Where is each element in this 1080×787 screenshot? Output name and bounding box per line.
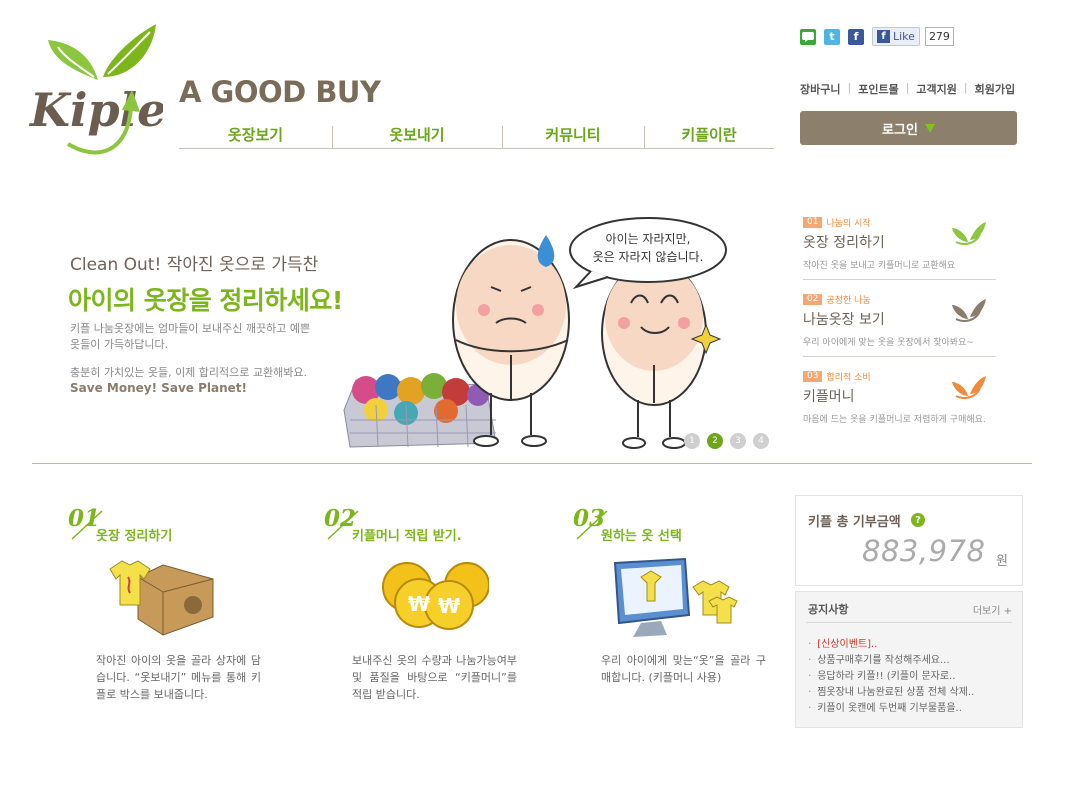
leaf-icon [952, 222, 986, 245]
side-step-tag: 나눔의 시작 [826, 219, 871, 229]
clothes-basket-image [343, 373, 497, 448]
notice-divider [806, 622, 1012, 623]
box-tshirt-image [108, 557, 218, 641]
svg-text:₩: ₩ [438, 594, 460, 618]
logo-text: Kiple [28, 83, 163, 137]
facebook-small-icon: f [877, 30, 890, 43]
help-icon[interactable]: ? [911, 513, 925, 527]
side-step-desc: 마음에 드는 옷을 키플머니로 저렴하게 구매해요. [803, 415, 986, 425]
nav-send-clothes[interactable]: 옷보내기 [332, 120, 502, 148]
nav-community[interactable]: 커뮤니티 [502, 120, 644, 148]
slide-dot-4[interactable]: 4 [753, 433, 769, 449]
side-divider [803, 356, 996, 357]
slide-dot-3[interactable]: 3 [730, 433, 746, 449]
svg-text:₩: ₩ [408, 592, 430, 616]
util-signup[interactable]: 회원가입 [975, 81, 1015, 97]
donation-label: 키플 총 기부금액 [808, 515, 901, 530]
side-step-tag: 공정한 나눔 [826, 296, 871, 306]
side-step-num: 03 [803, 371, 823, 382]
util-separator: | [963, 81, 968, 94]
kiple-logo[interactable]: Kiple [28, 22, 166, 162]
donation-amount: 883,978 [862, 534, 986, 568]
social-bar: t f f Like 279 [800, 27, 954, 46]
side-divider [803, 279, 996, 280]
notice-item[interactable]: 응답하라 키플!! (키플이 문자로.. [808, 669, 974, 685]
slide-dot-1[interactable]: 1 [684, 433, 700, 449]
twitter-icon[interactable]: t [824, 28, 840, 45]
notice-item[interactable]: 상품구매후기를 작성해주세요... [808, 653, 974, 669]
notice-more-link[interactable]: 더보기 + [973, 602, 1012, 617]
login-button[interactable]: 로그인 [800, 111, 1017, 145]
slide-dot-2[interactable]: 2 [707, 433, 723, 449]
slide-pager: 1 2 3 4 [684, 433, 776, 449]
step-desc: 보내주신 옷의 수량과 나눔가능여부 및 품질을 바탕으로 “키플머니”를 적립… [352, 654, 517, 701]
step-title: 옷장 정리하기 [96, 529, 173, 544]
side-step-desc: 우리 아이에게 맞는 옷을 옷장에서 찾아봐요~ [803, 338, 974, 348]
util-separator: | [905, 81, 910, 94]
step-title: 키플머니 적립 받기. [352, 529, 462, 544]
triangle-down-icon [924, 123, 935, 133]
donation-box: 키플 총 기부금액 ? 883,978 원 [795, 495, 1023, 586]
notice-title: 공지사항 [808, 603, 849, 616]
notice-item[interactable]: [신상이벤트].. [808, 637, 974, 653]
nav-closet[interactable]: 옷장보기 [179, 120, 332, 148]
leaf-icon [952, 299, 986, 322]
util-support[interactable]: 고객지원 [916, 81, 956, 97]
main-nav: 옷장보기 옷보내기 커뮤니티 키플이란 [179, 120, 774, 149]
step-title: 원하는 옷 선택 [601, 529, 682, 544]
me2day-icon[interactable] [800, 28, 816, 45]
notice-list: [신상이벤트].. 상품구매후기를 작성해주세요... 응답하라 키플!! (키… [808, 637, 974, 717]
side-step-1[interactable]: 01 나눔의 시작 옷장 정리하기 작아진 옷을 보내고 키플머니로 교환해요 [803, 216, 996, 271]
like-count: 279 [924, 27, 954, 46]
hero-slogan: Save Money! Save Planet! [70, 381, 247, 395]
bubble-line-1: 아이는 자라지만, [606, 232, 691, 246]
nav-about[interactable]: 키플이란 [644, 120, 774, 148]
util-links: 장바구니 | 포인트몰 | 고객지원 | 회원가입 [800, 81, 1015, 97]
step-desc: 우리 아이에게 맞는“옷”을 골라 구매합니다. (키플머니 사용) [601, 654, 766, 684]
side-step-desc: 작아진 옷을 보내고 키플머니로 교환해요 [803, 261, 956, 271]
hero-title: 아이의 옷장을 정리하세요! [68, 286, 343, 315]
notice-item[interactable]: 찜옷장내 나눔완료된 상품 전체 삭제.. [808, 685, 974, 701]
util-cart[interactable]: 장바구니 [800, 81, 840, 97]
coins-image: ₩ ₩ [379, 557, 490, 641]
step-desc: 작아진 아이의 옷을 골라 상자에 담습니다. “옷보내기” 메뉴를 통해 키플… [96, 654, 261, 701]
facebook-icon[interactable]: f [848, 28, 864, 45]
hero-illustration: 아이는 자라지만, 옷은 자라지 않습니다. [336, 205, 736, 455]
util-separator: | [847, 81, 852, 94]
brand-title: A GOOD BUY [179, 75, 381, 109]
donation-unit: 원 [996, 554, 1008, 569]
notice-box: 공지사항 더보기 + [신상이벤트].. 상품구매후기를 작성해주세요... 응… [795, 591, 1023, 728]
bubble-line-2: 옷은 자라지 않습니다. [593, 250, 704, 264]
side-step-num: 01 [803, 217, 823, 228]
hero-subtitle: Clean Out! 작아진 옷으로 가득찬 [70, 255, 319, 275]
side-step-2[interactable]: 02 공정한 나눔 나눔옷장 보기 우리 아이에게 맞는 옷을 옷장에서 찾아봐요… [803, 293, 996, 348]
notice-item[interactable]: 키플이 옷캔에 두번째 기부물품을.. [808, 701, 974, 717]
side-step-3[interactable]: 03 합리적 소비 키플머니 마음에 드는 옷을 키플머니로 저렴하게 구매해요. [803, 370, 996, 425]
hero-description-2: 충분히 가치있는 옷들, 이제 합리적으로 교환해봐요. [70, 366, 307, 379]
computer-shopping-image [611, 557, 741, 646]
section-divider [32, 463, 1032, 464]
util-point-mall[interactable]: 포인트몰 [858, 81, 898, 97]
leaf-icon [952, 376, 986, 399]
like-label: Like [893, 30, 915, 43]
facebook-like-button[interactable]: f Like [872, 27, 920, 46]
side-step-num: 02 [803, 294, 823, 305]
login-label: 로그인 [882, 122, 918, 138]
hero-description: 키플 나눔옷장에는 엄마들이 보내주신 깨끗하고 예쁜 옷들이 가득하답니다. [70, 322, 311, 351]
side-step-tag: 합리적 소비 [826, 373, 871, 383]
